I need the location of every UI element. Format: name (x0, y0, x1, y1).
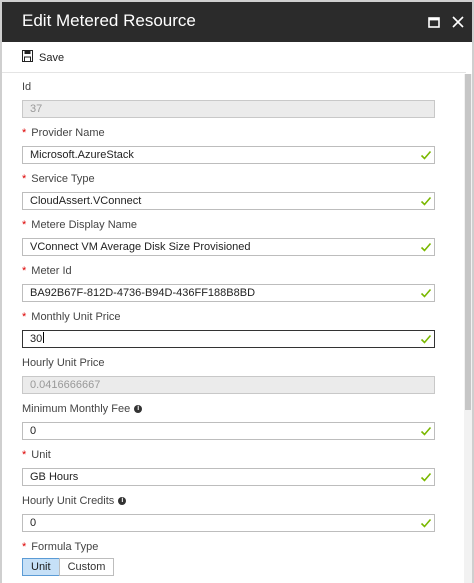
display-name-label: * Metere Display Name (22, 219, 138, 231)
monthly-unit-price-label: * Monthly Unit Price (22, 311, 121, 323)
formula-type-field-group: * Formula Type Unit Custom (22, 540, 435, 576)
unit-input[interactable]: GB Hours (22, 468, 435, 486)
provider-name-input[interactable]: Microsoft.AzureStack (22, 146, 435, 164)
hourly-unit-credits-label: Hourly Unit Credits i (22, 494, 435, 508)
vertical-scrollbar[interactable] (464, 74, 472, 583)
required-marker: * (22, 173, 27, 185)
checkmark-icon (420, 150, 432, 160)
required-marker: * (22, 311, 27, 323)
title-bar: Edit Metered Resource (2, 2, 472, 42)
service-type-input[interactable]: CloudAssert.VConnect (22, 192, 435, 210)
display-name-field-group: * Metere Display Name VConnect VM Average… (22, 218, 435, 256)
formula-type-label: * Formula Type (22, 541, 99, 553)
unit-label: * Unit (22, 449, 51, 461)
meter-id-field-group: * Meter Id BA92B67F-812D-4736-B94D-436FF1… (22, 264, 435, 302)
checkmark-icon (420, 426, 432, 436)
required-marker: * (22, 541, 27, 553)
save-button[interactable]: Save (22, 50, 64, 65)
service-type-field-group: * Service Type CloudAssert.VConnect (22, 172, 435, 210)
dialog-title: Edit Metered Resource (22, 11, 196, 30)
formula-type-toggle: Unit Custom (22, 558, 435, 576)
formula-option-unit[interactable]: Unit (22, 558, 60, 576)
required-marker: * (22, 265, 27, 277)
hourly-unit-price-input: 0.0416666667 (22, 376, 435, 394)
minimum-monthly-fee-field-group: Minimum Monthly Fee i 0 (22, 402, 435, 440)
hourly-unit-credits-field-group: Hourly Unit Credits i 0 (22, 494, 435, 532)
id-input: 37 (22, 100, 435, 118)
formula-option-custom[interactable]: Custom (58, 558, 115, 576)
command-bar: Save (2, 42, 466, 73)
text-caret (43, 332, 45, 343)
save-label: Save (39, 51, 65, 64)
checkmark-icon (420, 288, 432, 298)
save-icon (22, 50, 33, 65)
required-marker: * (22, 449, 27, 461)
required-marker: * (22, 127, 27, 139)
hourly-unit-price-label: Hourly Unit Price (22, 357, 105, 369)
checkmark-icon (420, 334, 432, 344)
display-name-input[interactable]: VConnect VM Average Disk Size Provisione… (22, 238, 435, 256)
required-marker: * (22, 219, 27, 231)
checkmark-icon (420, 196, 432, 206)
id-label: Id (22, 81, 32, 93)
hourly-unit-credits-input[interactable]: 0 (22, 514, 435, 532)
close-icon[interactable] (444, 2, 472, 42)
minimum-monthly-fee-label: Minimum Monthly Fee i (22, 402, 435, 416)
unit-field-group: * Unit GB Hours (22, 448, 435, 486)
minimum-monthly-fee-input[interactable]: 0 (22, 422, 435, 440)
info-icon[interactable]: i (118, 497, 127, 505)
checkmark-icon (420, 518, 432, 528)
scroll-thumb[interactable] (465, 74, 471, 410)
checkmark-icon (420, 472, 432, 482)
checkmark-icon (420, 242, 432, 252)
provider-name-label: * Provider Name (22, 127, 105, 139)
info-icon[interactable]: i (134, 405, 143, 413)
meter-id-label: * Meter Id (22, 265, 72, 277)
monthly-unit-price-field-group: * Monthly Unit Price 30 (22, 310, 435, 348)
provider-name-field-group: * Provider Name Microsoft.AzureStack (22, 126, 435, 164)
service-type-label: * Service Type (22, 173, 95, 185)
id-field-group: Id 37 (22, 80, 435, 118)
hourly-unit-price-field-group: Hourly Unit Price 0.0416666667 (22, 356, 435, 394)
dialog-frame: Edit Metered Resource Save Id 37 * Provi… (0, 0, 474, 583)
meter-id-input[interactable]: BA92B67F-812D-4736-B94D-436FF188B8BD (22, 284, 435, 302)
form-panel: Save Id 37 * Provider Name Microsoft.Azur… (2, 42, 472, 583)
monthly-unit-price-input[interactable]: 30 (22, 330, 435, 348)
